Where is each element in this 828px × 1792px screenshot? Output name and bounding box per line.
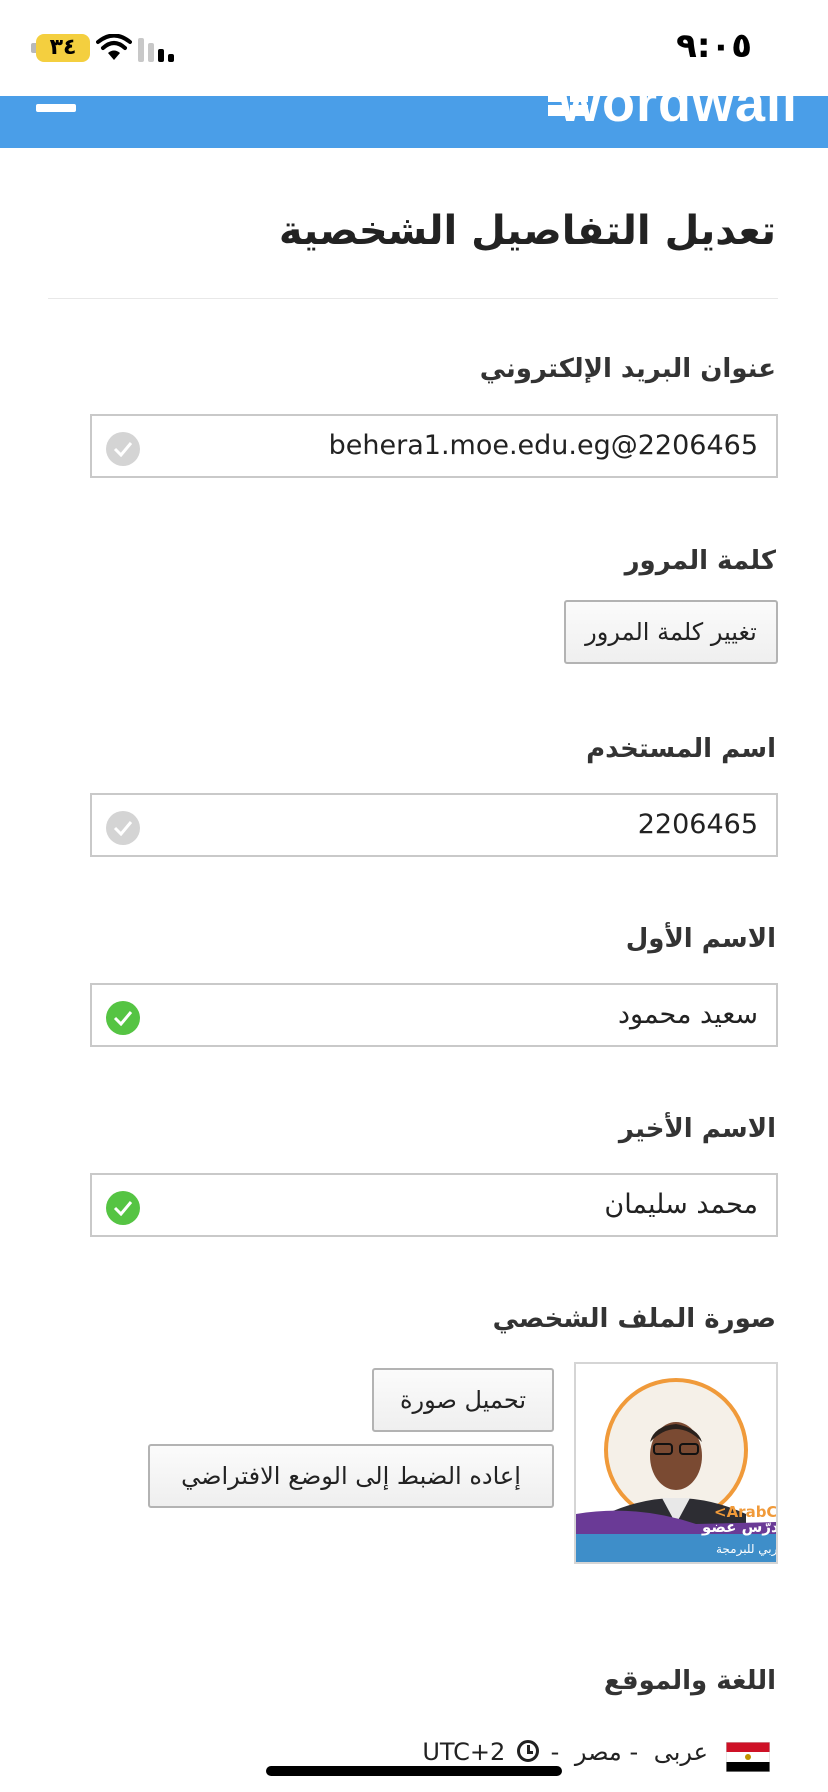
last-name-value: محمد سليمان [604,1189,758,1220]
status-bar: ٣٤ ٩:٠٥ [0,0,828,96]
separator: - [629,1738,639,1766]
clock-icon [516,1740,539,1762]
upload-picture-button[interactable]: تحميل صورة [372,1368,554,1432]
username-label: اسم المستخدم [586,734,776,764]
timezone-text: UTC+2 [422,1738,506,1766]
username-value: 2206465 [637,809,758,840]
wordwall-logo[interactable]: wordwall [559,96,798,134]
first-name-label: الاسم الأول [625,924,776,954]
last-name-field[interactable]: محمد سليمان [90,1173,778,1237]
last-name-label: الاسم الأخير [618,1114,776,1144]
page-title: تعديل التفاصيل الشخصية [278,208,776,254]
email-field[interactable]: behera1.moe.edu.eg@2206465 [90,414,778,478]
check-icon [106,811,140,845]
check-valid-icon [106,1001,140,1035]
profile-picture-label: صورة الملف الشخصي [492,1304,776,1334]
language-location-label: اللغة والموقع [603,1666,776,1696]
username-field[interactable]: 2206465 [90,793,778,857]
separator: - [550,1738,560,1766]
first-name-field[interactable]: سعيد محمود [90,983,778,1047]
password-label: كلمة المرور [624,546,776,576]
reset-picture-button[interactable]: إعاده الضبط إلى الوضع الافتراضي [148,1444,554,1508]
change-password-button[interactable]: تغيير كلمة المرور [564,600,778,664]
profile-picture: <ArabC Week مدرّس عضو الأسبوع العربي للب… [574,1362,778,1564]
email-label: عنوان البريد الإلكتروني [479,354,776,384]
status-time: ٩:٠٥ [676,26,752,66]
email-value: behera1.moe.edu.eg@2206465 [328,430,758,461]
app-header: wordwall [0,96,828,148]
language-text: عربى [653,1738,708,1766]
badge-subtitle: الأسبوع العربي للبرمجة [716,1541,776,1557]
wifi-icon [96,34,132,60]
battery-icon: ٣٤ [36,34,90,62]
cellular-signal-icon [138,38,174,62]
country-text: مصر [574,1738,622,1766]
egypt-flag-icon [726,1742,770,1772]
home-indicator [266,1766,562,1776]
badge-title: مدرّس عضو [701,1518,776,1536]
check-icon [106,432,140,466]
divider [48,298,778,299]
first-name-value: سعيد محمود [617,999,758,1030]
hamburger-menu-icon[interactable] [36,104,76,112]
check-valid-icon [106,1191,140,1225]
